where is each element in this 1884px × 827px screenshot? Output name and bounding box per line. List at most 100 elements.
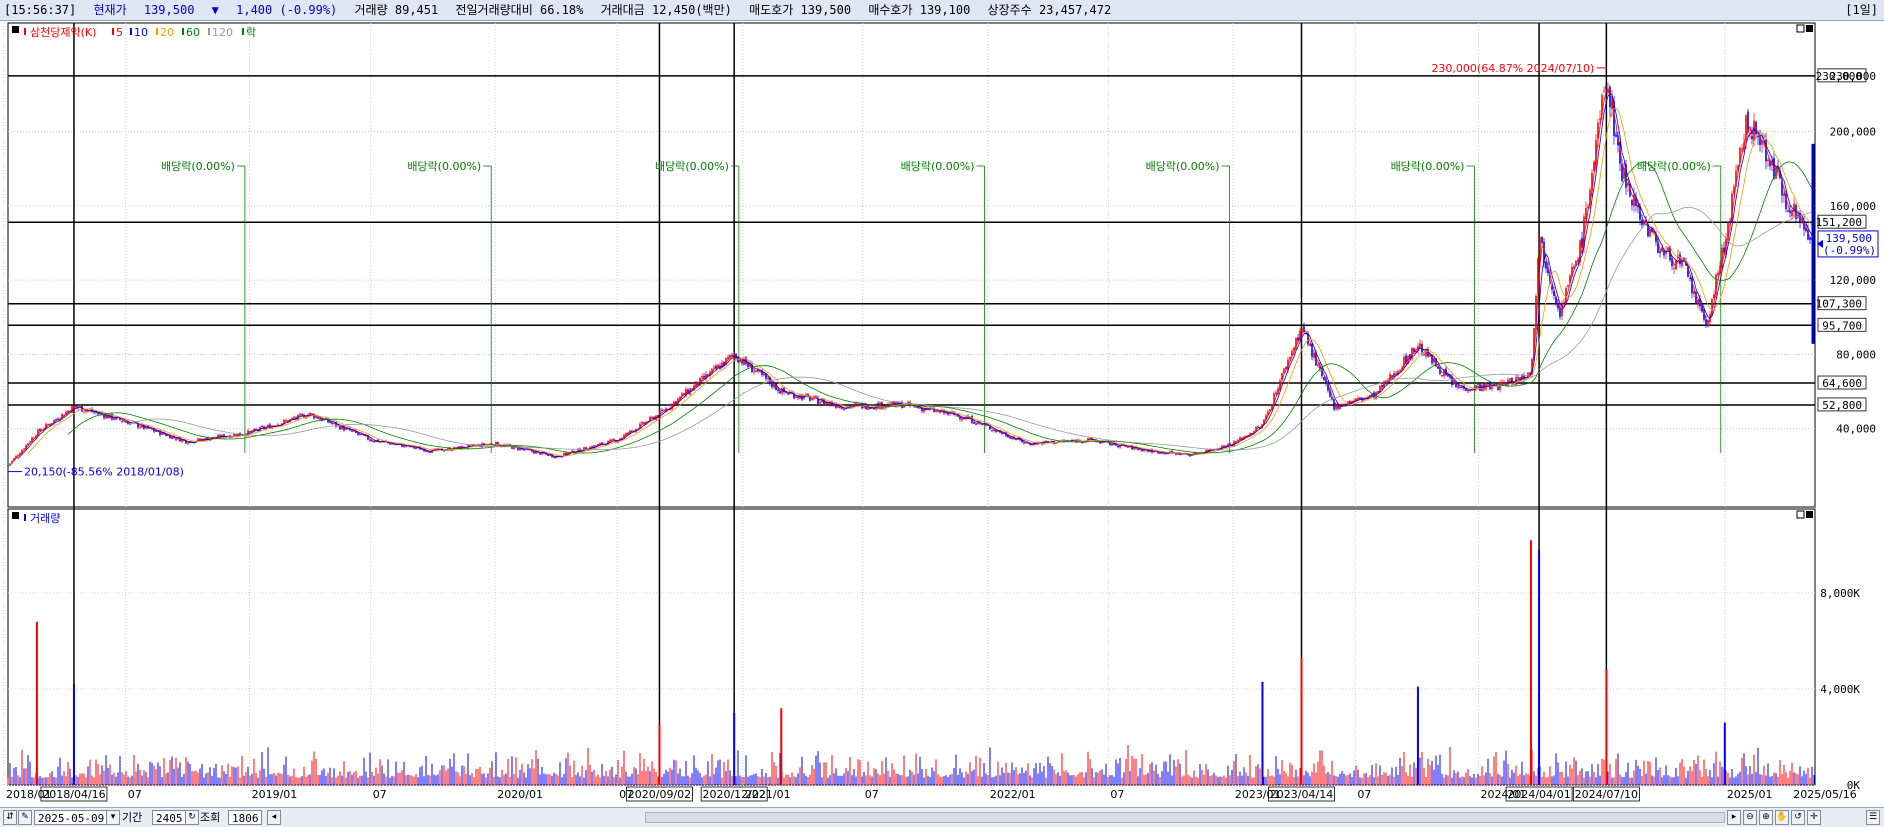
price-candle-body xyxy=(73,405,75,407)
chart-tool-icon[interactable]: ✎ xyxy=(18,810,32,825)
legend-ma-marker xyxy=(112,28,114,35)
price-change-pct: (-0.99%) xyxy=(279,3,338,17)
price-candles xyxy=(7,82,1815,467)
amount-label: 거래대금 xyxy=(600,3,645,17)
view-refresh-icon[interactable]: ↻ xyxy=(185,810,199,825)
moving-average-line xyxy=(127,206,1815,451)
legend-ma-label: 5 xyxy=(116,26,123,39)
price-panel-menu-icon xyxy=(12,26,19,33)
reset-icon[interactable]: ↺ xyxy=(1791,810,1805,825)
price-candle-body xyxy=(1117,445,1119,448)
price-candle-body xyxy=(369,440,371,442)
chart-legend: 삼천당제약(K) 5 10 20 60 120 락거래량 xyxy=(12,25,256,525)
stock-chart[interactable]: 230,000151,200107,30095,70064,60052,800 … xyxy=(0,21,1884,807)
price-candle-body xyxy=(1441,375,1443,377)
price-candle-body xyxy=(1751,135,1753,140)
date-tick-label: 2018/01 xyxy=(6,788,52,801)
volume-spike-bar xyxy=(733,713,736,785)
current-price-pct-label: (-0.99%) xyxy=(1823,244,1876,257)
volume-tick-label: 4,000K xyxy=(1820,683,1860,696)
legend-ma-marker xyxy=(182,28,184,35)
price-candle-body xyxy=(1423,354,1425,356)
price-candle-body xyxy=(641,421,643,424)
date-marker-label: 2020/09/02 xyxy=(628,788,691,801)
price-change: 1,400 xyxy=(236,3,273,17)
legend-ma-label: 10 xyxy=(134,26,148,39)
price-candle-body xyxy=(1111,444,1113,446)
scroll-right-icon[interactable]: ▸ xyxy=(1727,810,1741,825)
date-marker-label: 2024/07/10 xyxy=(1575,788,1638,801)
volume-panel-frame xyxy=(7,508,1816,786)
price-candle-body xyxy=(1787,210,1789,212)
zoom-in-icon[interactable]: ⊕ xyxy=(1759,810,1773,825)
volume-spike-bar xyxy=(1261,681,1264,785)
price-candle-body xyxy=(1641,219,1643,226)
date-tick-label: 07 xyxy=(1357,788,1371,801)
price-candle-body xyxy=(651,416,653,418)
price-panel-close-icon xyxy=(1806,25,1813,32)
volume-panel-close-icon xyxy=(1806,511,1813,518)
horizontal-lines: 230,000151,200107,30095,70064,60052,800 xyxy=(8,68,1867,412)
price-candle-body xyxy=(961,418,963,421)
price-level-label: 151,200 xyxy=(1816,216,1862,229)
vertical-lines: 2018/04/16 2020/09/02 2020/12/22 2023/04/14… xyxy=(40,23,1640,802)
price-candle-body xyxy=(267,424,269,427)
price-candle-body xyxy=(1015,439,1017,441)
price-candle-body xyxy=(1289,357,1291,359)
price-candle-body xyxy=(83,411,85,413)
price-candle-body xyxy=(973,422,975,424)
price-candle-body xyxy=(1137,448,1139,450)
crosshair-icon[interactable]: ✛ xyxy=(1807,810,1821,825)
price-candle-body xyxy=(713,366,715,368)
price-candle-body xyxy=(1487,383,1489,385)
price-candle-body xyxy=(1229,443,1231,445)
volume-value: 89,451 xyxy=(394,3,439,17)
legend-volume-label: 거래량 xyxy=(30,512,60,525)
price-candle-body xyxy=(1733,186,1735,194)
price-candle-body xyxy=(319,418,321,420)
date-tick-label: 2019/01 xyxy=(252,788,298,801)
volume-label: 거래량 xyxy=(354,3,388,17)
price-candle-body xyxy=(1605,86,1607,89)
price-candle-body xyxy=(743,358,745,365)
price-candle-body xyxy=(1477,384,1479,386)
price-candle-body xyxy=(523,449,525,451)
chart-scrollbar[interactable] xyxy=(645,812,1725,823)
price-candle-body xyxy=(955,415,957,417)
legend-ex-div-label: 락 xyxy=(246,26,256,39)
price-candle-body xyxy=(261,426,263,428)
price-axis: 40,000 80,000 120,000 160,000 200,000 230,000… xyxy=(1820,70,1876,792)
chart-settings-icon[interactable]: ⇵ xyxy=(3,810,17,825)
chart-toolbar: ⇵ ✎ 2025-05-09 ▾ 기간 2405 ↻ 조회 1806 ◂ ▸ ⊖… xyxy=(0,807,1884,827)
price-tick-label: 160,000 xyxy=(1830,200,1876,213)
price-candle-body xyxy=(7,465,9,467)
price-candle-body xyxy=(121,420,123,422)
price-candle-body xyxy=(175,438,177,440)
pan-hand-icon[interactable]: ✋ xyxy=(1775,810,1789,825)
price-candle-body xyxy=(1609,86,1611,108)
volume-spike-bar xyxy=(1723,722,1726,785)
date-tick-label: 2025/05/16 xyxy=(1793,788,1856,801)
date-dropdown-icon[interactable]: ▾ xyxy=(106,810,120,825)
ex-dividend-label: 배당락(0.00%) xyxy=(655,160,729,173)
scroll-left-icon[interactable]: ◂ xyxy=(267,810,281,825)
price-candle-body xyxy=(1599,118,1601,120)
price-candle-body xyxy=(811,399,813,401)
zoom-out-icon[interactable]: ⊖ xyxy=(1743,810,1757,825)
view-field[interactable]: 1806 xyxy=(228,810,262,825)
date-tick-label: 2021/01 xyxy=(745,788,791,801)
date-tick-label: 2023/01 xyxy=(1235,788,1281,801)
price-candle-body xyxy=(843,409,845,411)
period-field[interactable]: 2405 xyxy=(152,810,186,825)
layout-menu-icon[interactable]: ☰ xyxy=(1866,810,1880,825)
bid-label: 매수호가 xyxy=(868,3,913,17)
period-indicator[interactable]: [1일] xyxy=(1845,0,1878,20)
price-candle-body xyxy=(1413,348,1415,352)
price-level-label: 107,300 xyxy=(1816,298,1862,311)
price-candle-body xyxy=(1585,208,1587,220)
volume-spike-bar xyxy=(72,684,75,785)
price-panel-maximize-icon xyxy=(1796,24,1805,33)
change-arrow-icon: ▼ xyxy=(211,3,219,17)
price-level-label: 64,600 xyxy=(1822,377,1862,390)
price-candle-body xyxy=(415,447,417,449)
